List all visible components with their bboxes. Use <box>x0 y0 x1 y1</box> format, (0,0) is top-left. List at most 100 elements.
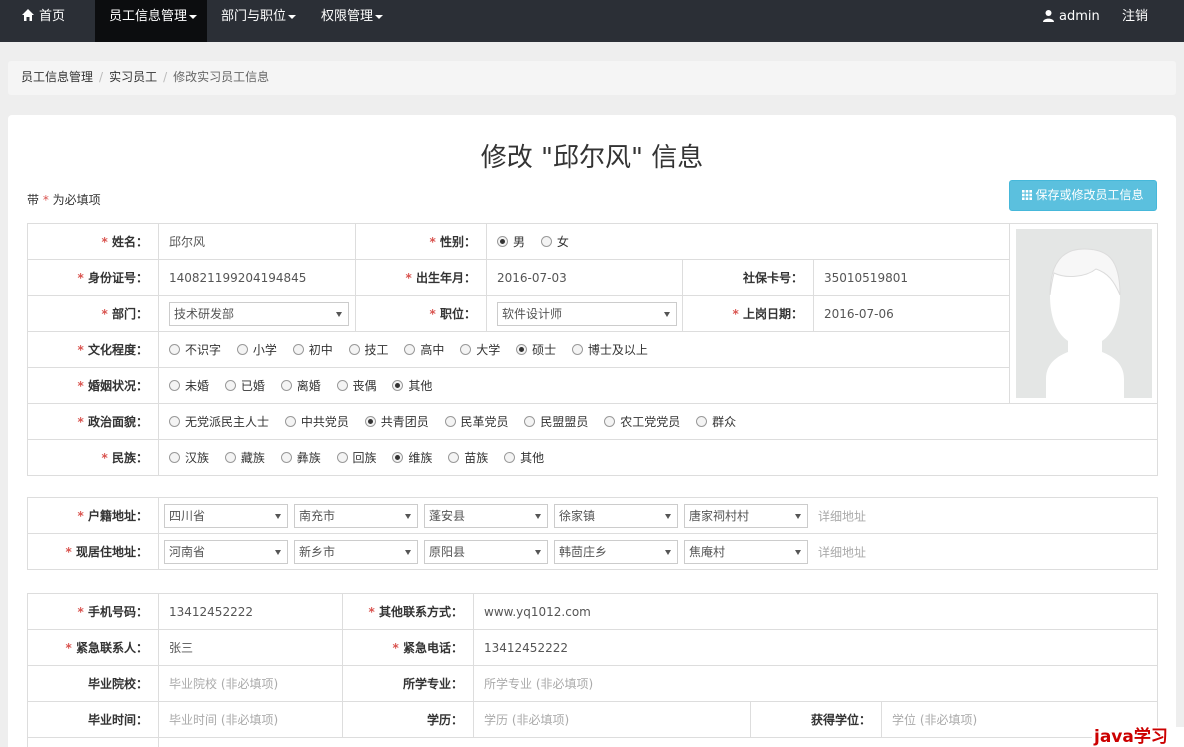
radio-gender-female[interactable]: 女 <box>540 233 569 250</box>
gender-label: * 性别： <box>355 223 487 260</box>
huji-town-select[interactable]: 徐家镇 <box>554 503 678 528</box>
dropdown-arrow-icon <box>664 311 670 317</box>
photo-cell <box>1009 223 1158 404</box>
radio-political-1[interactable]: 中共党员 <box>284 413 349 430</box>
emergency-phone-field[interactable]: 13412452222 <box>472 629 1159 666</box>
nav-employee-management[interactable]: 员工信息管理 <box>95 0 207 42</box>
radio-political-3[interactable]: 民革党员 <box>444 413 509 430</box>
current-city-select[interactable]: 新乡市 <box>294 539 418 564</box>
position-select[interactable]: 软件设计师 <box>497 301 677 326</box>
radio-edu-3[interactable]: 技工 <box>348 341 389 358</box>
current-detail-input[interactable]: 详细地址 <box>818 545 866 559</box>
nav-user-label: admin <box>1059 9 1100 24</box>
current-province-select[interactable]: 河南省 <box>164 539 288 564</box>
department-select[interactable]: 技术研发部 <box>169 301 349 326</box>
breadcrumb: 员工信息管理 / 实习员工 / 修改实习员工信息 <box>8 61 1176 95</box>
huji-province-select[interactable]: 四川省 <box>164 503 288 528</box>
radio-edu-6[interactable]: 硕士 <box>516 341 556 358</box>
id-number-label: * 身份证号： <box>27 259 159 296</box>
political-radio-group: 无党派民主人士 中共党员 共青团员 民革党员 民盟盟员 农工党党员 群众 <box>158 403 1158 440</box>
radio-edu-2[interactable]: 初中 <box>292 341 333 358</box>
school-input[interactable]: 毕业院校 (非必填项) <box>158 665 343 702</box>
radio-gender-male[interactable]: 男 <box>497 233 525 250</box>
dropdown-arrow-icon <box>336 311 342 317</box>
emergency-contact-label: * 紧急联系人： <box>27 629 159 666</box>
radio-edu-5[interactable]: 大学 <box>460 341 500 358</box>
school-label: 毕业院校： <box>27 665 159 702</box>
huji-county-select[interactable]: 蓬安县 <box>424 503 548 528</box>
radio-ethnic-3[interactable]: 回族 <box>336 449 377 466</box>
caret-down-icon <box>189 14 198 19</box>
huji-city-select[interactable]: 南充市 <box>294 503 418 528</box>
breadcrumb-item-intern[interactable]: 实习员工 <box>109 70 157 84</box>
ethnic-label: * 民族： <box>27 439 159 476</box>
gender-radio-group: 男 女 <box>486 223 1010 260</box>
phone-field[interactable]: 13412452222 <box>158 593 343 630</box>
huji-detail-input[interactable]: 详细地址 <box>818 509 866 523</box>
radio-marital-1[interactable]: 已婚 <box>224 377 265 394</box>
nav-user[interactable]: admin <box>1028 0 1114 42</box>
nav-logout-label: 注销 <box>1122 9 1149 24</box>
radio-edu-0[interactable]: 不识字 <box>169 341 221 358</box>
radio-political-5[interactable]: 农工党党员 <box>604 413 680 430</box>
social-security-field[interactable]: 35010519801 <box>813 259 1010 296</box>
nav-home[interactable]: 首页 <box>7 0 79 42</box>
current-county-select[interactable]: 原阳县 <box>424 539 548 564</box>
graduation-time-input[interactable]: 毕业时间 (非必填项) <box>158 701 343 738</box>
radio-edu-7[interactable]: 博士及以上 <box>571 341 648 358</box>
nav-department-position[interactable]: 部门与职位 <box>207 0 310 42</box>
birth-field[interactable]: 2016-07-03 <box>486 259 683 296</box>
emergency-contact-field[interactable]: 张三 <box>158 629 343 666</box>
nav-permission[interactable]: 权限管理 <box>307 0 397 42</box>
huji-village-select[interactable]: 唐家祠村村 <box>684 503 808 528</box>
radio-ethnic-4[interactable]: 维族 <box>392 449 432 466</box>
birth-label: * 出生年月： <box>355 259 487 296</box>
department-label: * 部门： <box>27 295 159 332</box>
radio-political-0[interactable]: 无党派民主人士 <box>169 413 269 430</box>
watermark-text: java学习 <box>1092 727 1184 747</box>
caret-down-icon <box>375 14 384 19</box>
nav-logout[interactable]: 注销 <box>1108 0 1162 42</box>
radio-political-2[interactable]: 共青团员 <box>364 413 429 430</box>
user-icon <box>1043 10 1054 22</box>
breadcrumb-item-employee[interactable]: 员工信息管理 <box>21 70 93 84</box>
marital-label: * 婚姻状况： <box>27 367 159 404</box>
avatar[interactable] <box>1015 229 1152 398</box>
education-level-label: 学历： <box>342 701 474 738</box>
start-date-field[interactable]: 2016-07-06 <box>813 295 1010 332</box>
marital-radio-group: 未婚 已婚 离婚 丧偶 其他 <box>158 367 1010 404</box>
radio-political-6[interactable]: 群众 <box>696 413 736 430</box>
radio-ethnic-2[interactable]: 彝族 <box>280 449 321 466</box>
current-town-select[interactable]: 韩茴庄乡 <box>554 539 678 564</box>
education-level-input[interactable]: 学历 (非必填项) <box>473 701 751 738</box>
id-number-field[interactable]: 140821199204194845 <box>158 259 356 296</box>
breadcrumb-separator: / <box>99 70 104 84</box>
nav-home-label: 首页 <box>39 9 66 24</box>
name-label: * 姓名： <box>27 223 159 260</box>
breadcrumb-separator: / <box>163 70 168 84</box>
education-radio-group: 不识字 小学 初中 技工 高中 大学 硕士 博士及以上 <box>158 331 1010 368</box>
current-village-select[interactable]: 焦庵村 <box>684 539 808 564</box>
radio-edu-4[interactable]: 高中 <box>404 341 444 358</box>
radio-political-4[interactable]: 民盟盟员 <box>524 413 588 430</box>
radio-ethnic-1[interactable]: 藏族 <box>224 449 265 466</box>
radio-marital-4[interactable]: 其他 <box>392 377 432 394</box>
radio-marital-0[interactable]: 未婚 <box>169 377 209 394</box>
radio-marital-2[interactable]: 离婚 <box>280 377 321 394</box>
save-employee-button[interactable]: 保存或修改员工信息 <box>1009 180 1157 211</box>
major-label: 所学专业： <box>342 665 474 702</box>
current-address-cell: 河南省 新乡市 原阳县 韩茴庄乡 焦庵村 详细地址 <box>158 533 1158 570</box>
radio-edu-1[interactable]: 小学 <box>236 341 277 358</box>
radio-ethnic-5[interactable]: 苗族 <box>448 449 488 466</box>
name-field[interactable]: 邱尔风 <box>158 223 356 260</box>
radio-ethnic-0[interactable]: 汉族 <box>169 449 209 466</box>
radio-ethnic-6[interactable]: 其他 <box>504 449 544 466</box>
other-contact-field[interactable]: www.yq1012.com <box>472 593 1159 630</box>
social-security-label: 社保卡号： <box>682 259 814 296</box>
current-address-label: * 现居住地址： <box>27 533 159 570</box>
required-star: * <box>42 193 49 207</box>
radio-marital-3[interactable]: 丧偶 <box>336 377 377 394</box>
emergency-phone-label: * 紧急电话： <box>342 629 474 666</box>
ethnic-radio-group: 汉族 藏族 彝族 回族 维族 苗族 其他 <box>158 439 1158 476</box>
major-input[interactable]: 所学专业 (非必填项) <box>472 665 1159 702</box>
